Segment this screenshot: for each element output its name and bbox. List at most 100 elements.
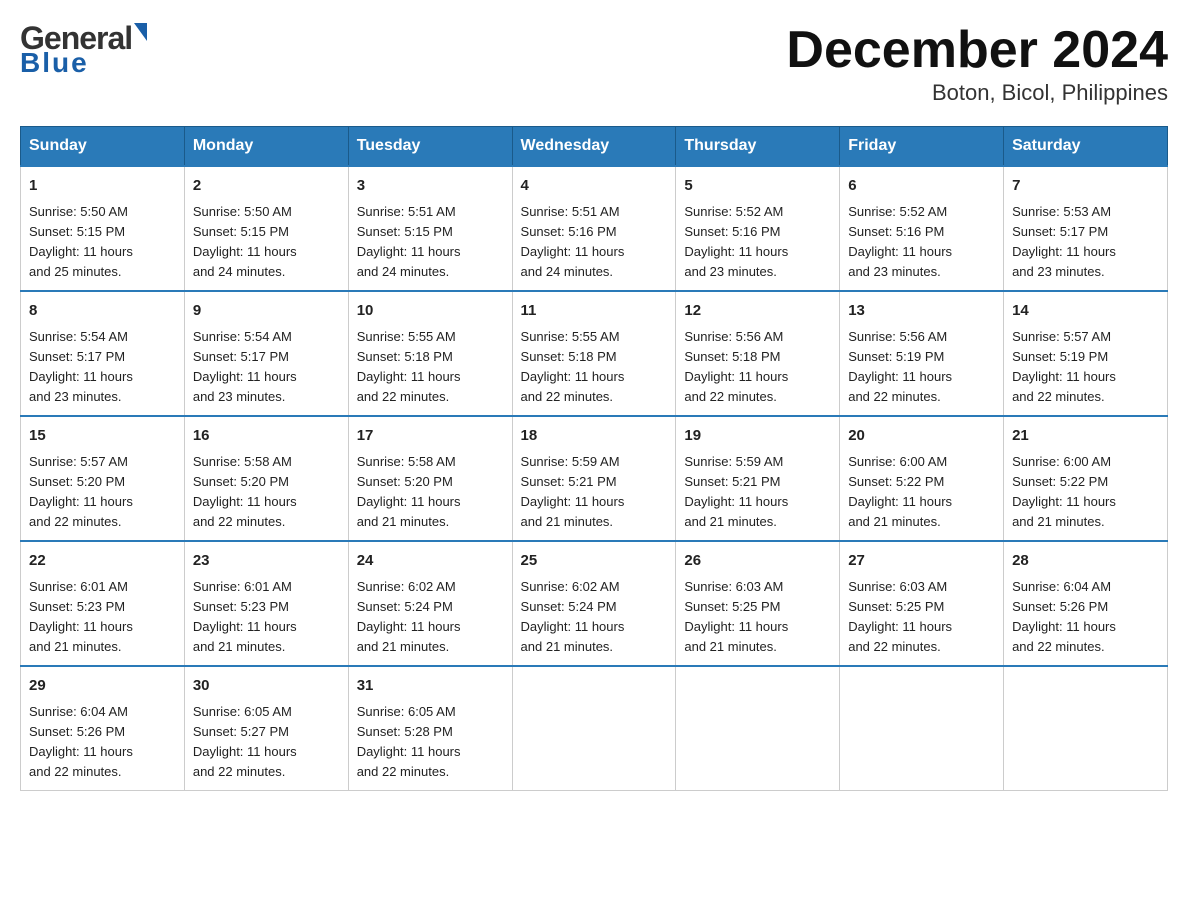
day-number: 31	[357, 675, 504, 698]
day-number: 29	[29, 675, 176, 698]
day-info: Sunrise: 5:56 AM Sunset: 5:18 PM Dayligh…	[684, 327, 831, 408]
header-friday: Friday	[840, 127, 1004, 167]
day-info: Sunrise: 5:51 AM Sunset: 5:15 PM Dayligh…	[357, 202, 504, 283]
day-info: Sunrise: 6:04 AM Sunset: 5:26 PM Dayligh…	[29, 702, 176, 783]
day-info: Sunrise: 6:05 AM Sunset: 5:27 PM Dayligh…	[193, 702, 340, 783]
day-info: Sunrise: 5:52 AM Sunset: 5:16 PM Dayligh…	[848, 202, 995, 283]
day-number: 15	[29, 425, 176, 448]
day-info: Sunrise: 6:03 AM Sunset: 5:25 PM Dayligh…	[848, 577, 995, 658]
page-title: December 2024	[786, 20, 1168, 80]
page-header: General Blue December 2024 Boton, Bicol,…	[20, 20, 1168, 106]
header-saturday: Saturday	[1004, 127, 1168, 167]
day-number: 10	[357, 300, 504, 323]
calendar-cell: 11 Sunrise: 5:55 AM Sunset: 5:18 PM Dayl…	[512, 291, 676, 416]
day-number: 11	[521, 300, 668, 323]
day-info: Sunrise: 5:55 AM Sunset: 5:18 PM Dayligh…	[521, 327, 668, 408]
day-info: Sunrise: 6:05 AM Sunset: 5:28 PM Dayligh…	[357, 702, 504, 783]
day-info: Sunrise: 5:50 AM Sunset: 5:15 PM Dayligh…	[29, 202, 176, 283]
day-number: 14	[1012, 300, 1159, 323]
calendar-week-row: 22 Sunrise: 6:01 AM Sunset: 5:23 PM Dayl…	[21, 541, 1168, 666]
calendar-cell: 31 Sunrise: 6:05 AM Sunset: 5:28 PM Dayl…	[348, 666, 512, 791]
calendar-cell: 19 Sunrise: 5:59 AM Sunset: 5:21 PM Dayl…	[676, 416, 840, 541]
day-info: Sunrise: 5:56 AM Sunset: 5:19 PM Dayligh…	[848, 327, 995, 408]
day-number: 3	[357, 175, 504, 198]
day-number: 26	[684, 550, 831, 573]
day-info: Sunrise: 5:58 AM Sunset: 5:20 PM Dayligh…	[357, 452, 504, 533]
calendar-cell: 8 Sunrise: 5:54 AM Sunset: 5:17 PM Dayli…	[21, 291, 185, 416]
calendar-cell	[840, 666, 1004, 791]
calendar-table: SundayMondayTuesdayWednesdayThursdayFrid…	[20, 126, 1168, 791]
day-info: Sunrise: 6:04 AM Sunset: 5:26 PM Dayligh…	[1012, 577, 1159, 658]
day-number: 2	[193, 175, 340, 198]
day-info: Sunrise: 6:02 AM Sunset: 5:24 PM Dayligh…	[521, 577, 668, 658]
calendar-cell: 10 Sunrise: 5:55 AM Sunset: 5:18 PM Dayl…	[348, 291, 512, 416]
calendar-cell: 12 Sunrise: 5:56 AM Sunset: 5:18 PM Dayl…	[676, 291, 840, 416]
day-number: 12	[684, 300, 831, 323]
day-info: Sunrise: 5:54 AM Sunset: 5:17 PM Dayligh…	[29, 327, 176, 408]
page-subtitle: Boton, Bicol, Philippines	[786, 80, 1168, 106]
day-info: Sunrise: 5:51 AM Sunset: 5:16 PM Dayligh…	[521, 202, 668, 283]
day-info: Sunrise: 5:57 AM Sunset: 5:19 PM Dayligh…	[1012, 327, 1159, 408]
calendar-cell: 2 Sunrise: 5:50 AM Sunset: 5:15 PM Dayli…	[184, 166, 348, 291]
day-number: 21	[1012, 425, 1159, 448]
calendar-cell: 9 Sunrise: 5:54 AM Sunset: 5:17 PM Dayli…	[184, 291, 348, 416]
day-number: 16	[193, 425, 340, 448]
day-number: 24	[357, 550, 504, 573]
header-wednesday: Wednesday	[512, 127, 676, 167]
day-number: 17	[357, 425, 504, 448]
day-number: 1	[29, 175, 176, 198]
calendar-cell: 29 Sunrise: 6:04 AM Sunset: 5:26 PM Dayl…	[21, 666, 185, 791]
calendar-cell	[512, 666, 676, 791]
day-number: 6	[848, 175, 995, 198]
day-number: 25	[521, 550, 668, 573]
day-info: Sunrise: 6:00 AM Sunset: 5:22 PM Dayligh…	[1012, 452, 1159, 533]
day-info: Sunrise: 5:57 AM Sunset: 5:20 PM Dayligh…	[29, 452, 176, 533]
day-number: 20	[848, 425, 995, 448]
day-number: 30	[193, 675, 340, 698]
day-info: Sunrise: 5:50 AM Sunset: 5:15 PM Dayligh…	[193, 202, 340, 283]
day-info: Sunrise: 5:59 AM Sunset: 5:21 PM Dayligh…	[684, 452, 831, 533]
calendar-cell: 1 Sunrise: 5:50 AM Sunset: 5:15 PM Dayli…	[21, 166, 185, 291]
calendar-cell: 4 Sunrise: 5:51 AM Sunset: 5:16 PM Dayli…	[512, 166, 676, 291]
calendar-cell: 7 Sunrise: 5:53 AM Sunset: 5:17 PM Dayli…	[1004, 166, 1168, 291]
calendar-header-row: SundayMondayTuesdayWednesdayThursdayFrid…	[21, 127, 1168, 167]
day-info: Sunrise: 6:01 AM Sunset: 5:23 PM Dayligh…	[29, 577, 176, 658]
header-monday: Monday	[184, 127, 348, 167]
day-info: Sunrise: 5:52 AM Sunset: 5:16 PM Dayligh…	[684, 202, 831, 283]
day-info: Sunrise: 5:53 AM Sunset: 5:17 PM Dayligh…	[1012, 202, 1159, 283]
logo-triangle-icon	[134, 23, 147, 41]
day-info: Sunrise: 5:54 AM Sunset: 5:17 PM Dayligh…	[193, 327, 340, 408]
calendar-cell: 5 Sunrise: 5:52 AM Sunset: 5:16 PM Dayli…	[676, 166, 840, 291]
logo: General Blue	[20, 20, 147, 79]
header-sunday: Sunday	[21, 127, 185, 167]
day-number: 5	[684, 175, 831, 198]
header-tuesday: Tuesday	[348, 127, 512, 167]
title-block: December 2024 Boton, Bicol, Philippines	[786, 20, 1168, 106]
calendar-cell: 30 Sunrise: 6:05 AM Sunset: 5:27 PM Dayl…	[184, 666, 348, 791]
calendar-cell: 23 Sunrise: 6:01 AM Sunset: 5:23 PM Dayl…	[184, 541, 348, 666]
day-number: 27	[848, 550, 995, 573]
logo-blue-text: Blue	[20, 47, 89, 79]
calendar-week-row: 29 Sunrise: 6:04 AM Sunset: 5:26 PM Dayl…	[21, 666, 1168, 791]
day-number: 18	[521, 425, 668, 448]
day-info: Sunrise: 5:58 AM Sunset: 5:20 PM Dayligh…	[193, 452, 340, 533]
day-number: 19	[684, 425, 831, 448]
calendar-cell: 3 Sunrise: 5:51 AM Sunset: 5:15 PM Dayli…	[348, 166, 512, 291]
day-number: 7	[1012, 175, 1159, 198]
day-info: Sunrise: 6:01 AM Sunset: 5:23 PM Dayligh…	[193, 577, 340, 658]
calendar-cell: 21 Sunrise: 6:00 AM Sunset: 5:22 PM Dayl…	[1004, 416, 1168, 541]
calendar-cell	[1004, 666, 1168, 791]
calendar-cell: 6 Sunrise: 5:52 AM Sunset: 5:16 PM Dayli…	[840, 166, 1004, 291]
calendar-cell: 28 Sunrise: 6:04 AM Sunset: 5:26 PM Dayl…	[1004, 541, 1168, 666]
calendar-cell: 27 Sunrise: 6:03 AM Sunset: 5:25 PM Dayl…	[840, 541, 1004, 666]
calendar-week-row: 1 Sunrise: 5:50 AM Sunset: 5:15 PM Dayli…	[21, 166, 1168, 291]
day-info: Sunrise: 5:55 AM Sunset: 5:18 PM Dayligh…	[357, 327, 504, 408]
day-number: 28	[1012, 550, 1159, 573]
day-number: 23	[193, 550, 340, 573]
day-info: Sunrise: 5:59 AM Sunset: 5:21 PM Dayligh…	[521, 452, 668, 533]
calendar-cell: 25 Sunrise: 6:02 AM Sunset: 5:24 PM Dayl…	[512, 541, 676, 666]
calendar-cell: 20 Sunrise: 6:00 AM Sunset: 5:22 PM Dayl…	[840, 416, 1004, 541]
calendar-cell: 15 Sunrise: 5:57 AM Sunset: 5:20 PM Dayl…	[21, 416, 185, 541]
calendar-cell: 17 Sunrise: 5:58 AM Sunset: 5:20 PM Dayl…	[348, 416, 512, 541]
calendar-cell: 16 Sunrise: 5:58 AM Sunset: 5:20 PM Dayl…	[184, 416, 348, 541]
